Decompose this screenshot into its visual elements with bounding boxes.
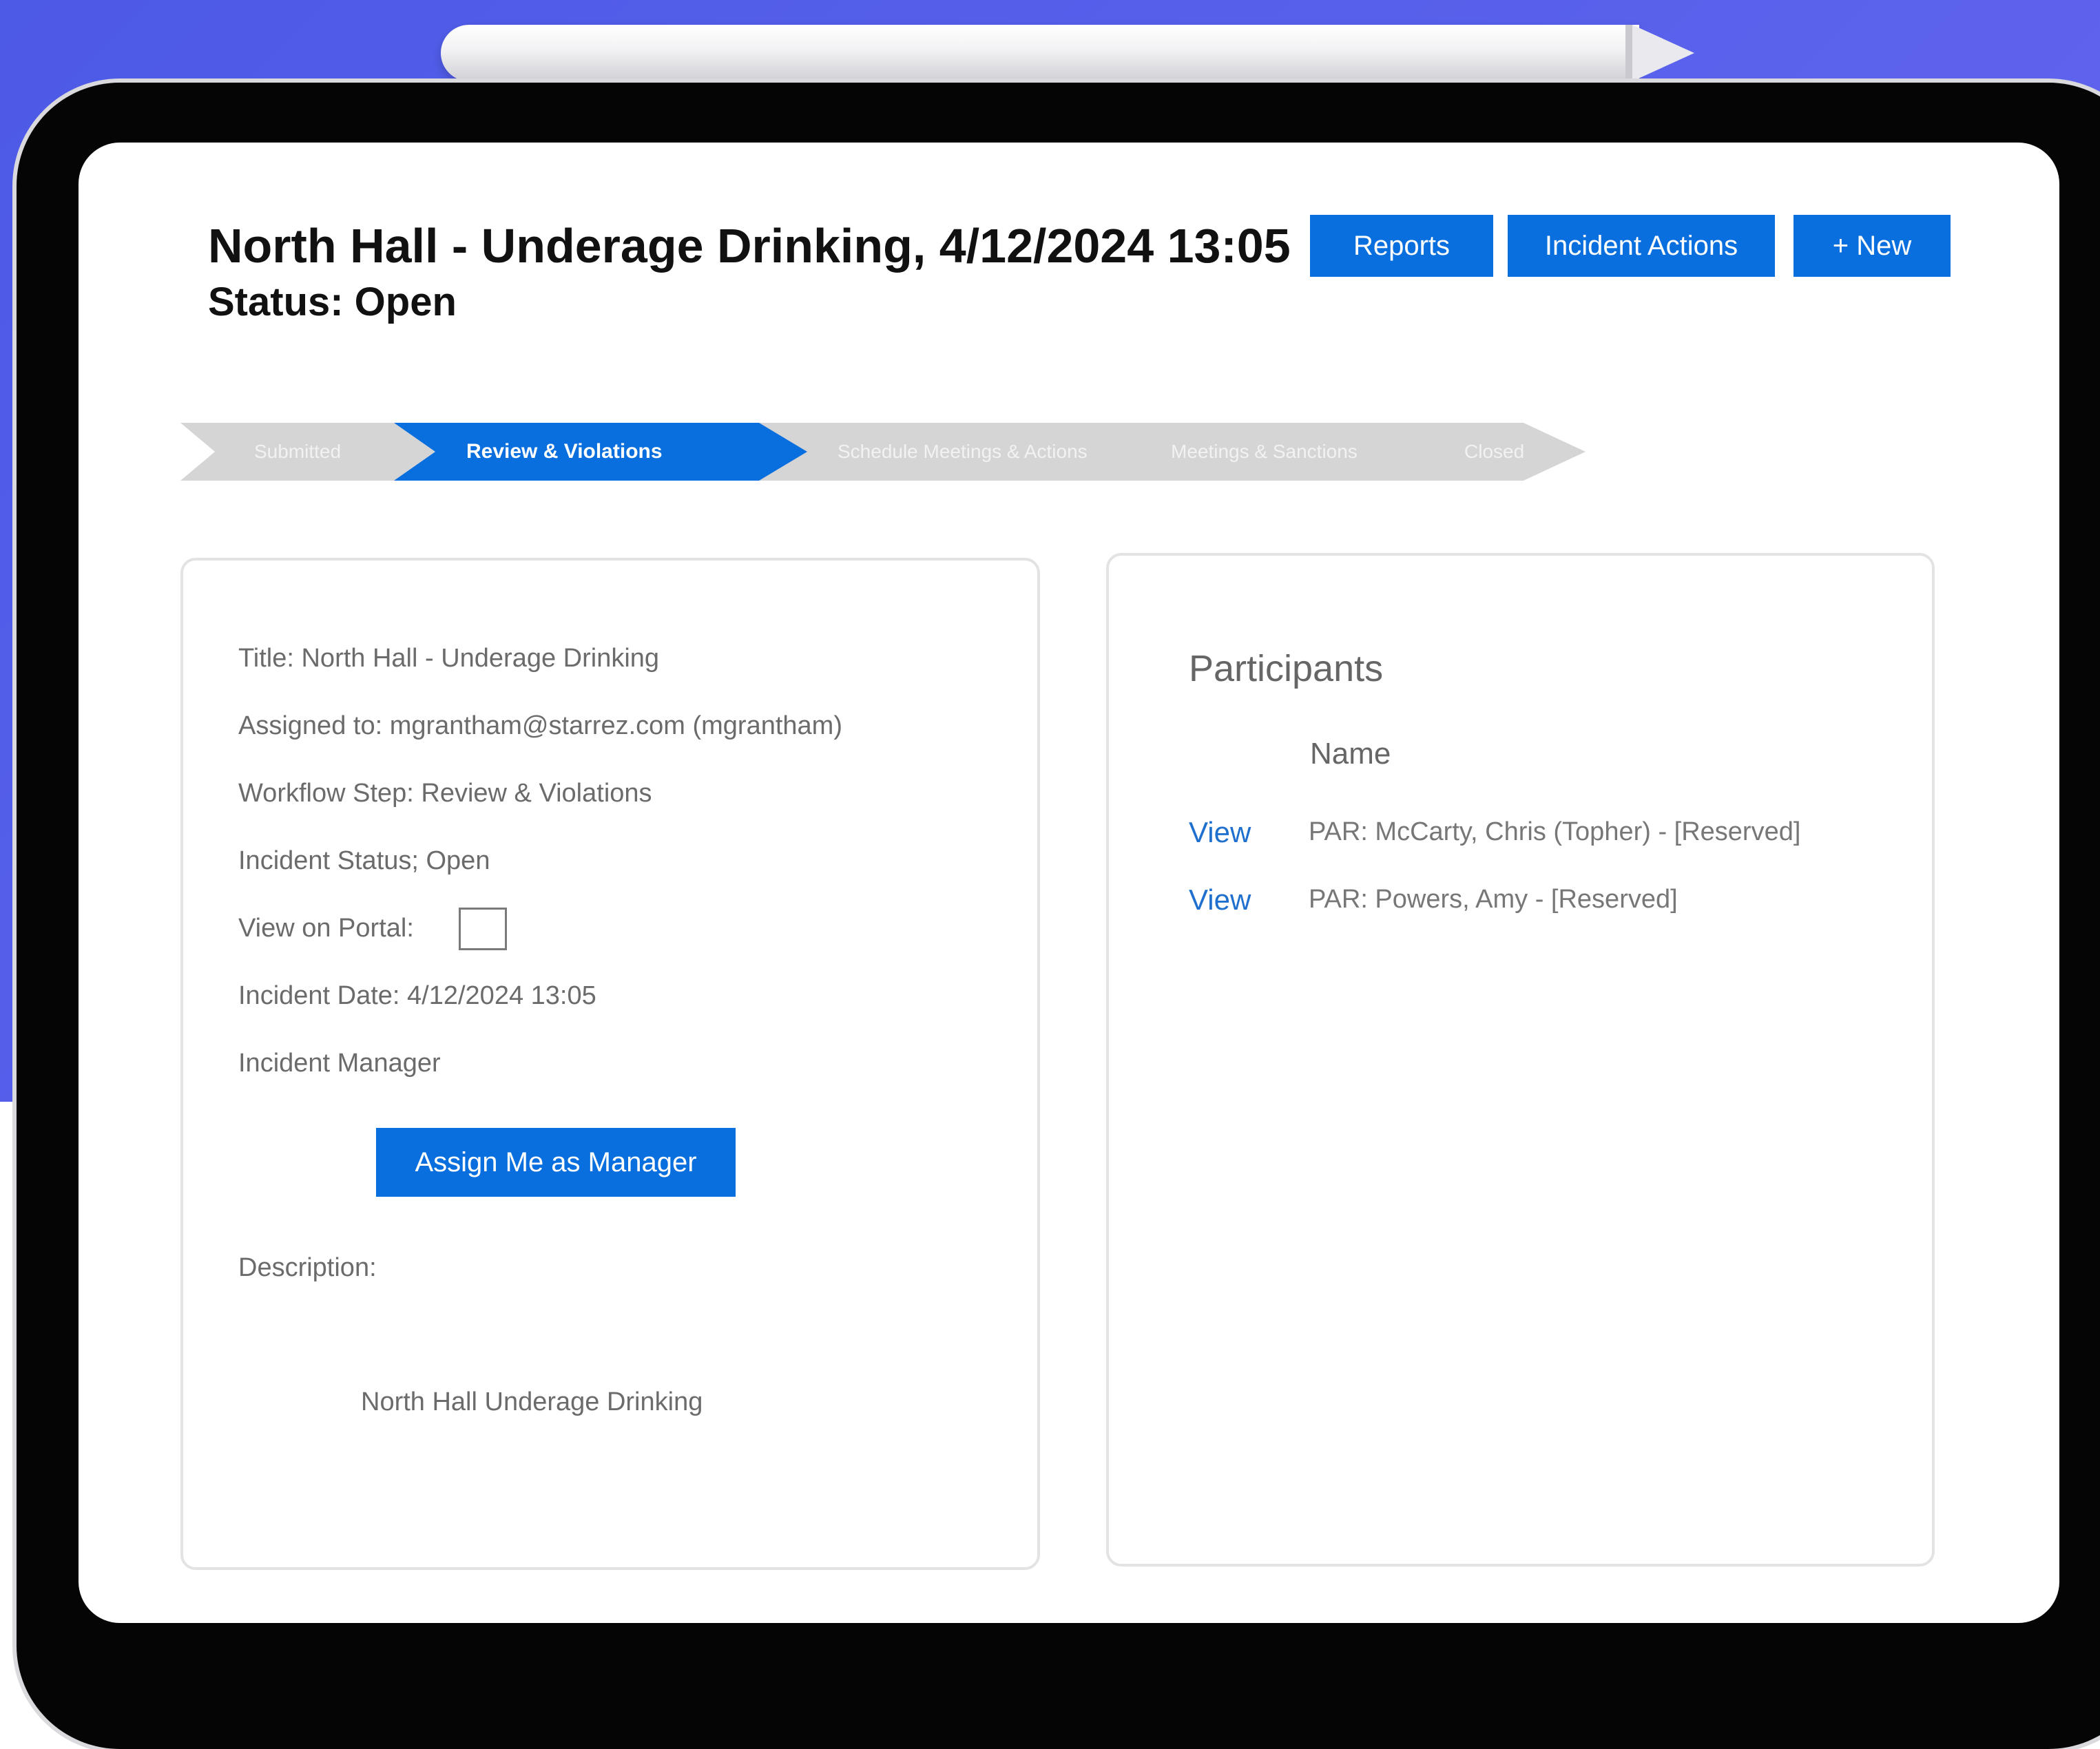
reports-button[interactable]: Reports (1310, 215, 1493, 277)
step-review-violations[interactable]: Review & Violations (466, 423, 663, 481)
participants-name-header: Name (1310, 737, 1391, 771)
tablet-screen: North Hall - Underage Drinking, 4/12/202… (79, 143, 2059, 1623)
participants-card (1106, 553, 1935, 1567)
workflow-stepper: Submitted Review & Violations Schedule M… (180, 423, 1586, 481)
step-closed[interactable]: Closed (1464, 423, 1524, 481)
incident-manager-label: Incident Manager (238, 1049, 441, 1078)
page-status: Status: Open (208, 280, 457, 324)
view-on-portal-checkbox[interactable] (459, 908, 507, 950)
incident-actions-button[interactable]: Incident Actions (1508, 215, 1775, 277)
assigned-to-field: Assigned to: mgrantham@starrez.com (mgra… (238, 711, 842, 740)
incident-date-field: Incident Date: 4/12/2024 13:05 (238, 981, 596, 1010)
step-meetings-sanctions[interactable]: Meetings & Sanctions (1171, 423, 1358, 481)
description-text: North Hall Underage Drinking (361, 1387, 703, 1416)
participants-title: Participants (1189, 648, 1384, 689)
description-label: Description: (238, 1253, 377, 1282)
step-submitted[interactable]: Submitted (254, 423, 341, 481)
assign-me-as-manager-button[interactable]: Assign Me as Manager (376, 1128, 736, 1197)
stylus-tip (1632, 25, 1694, 81)
stylus-band (1625, 25, 1632, 81)
view-on-portal-label: View on Portal: (238, 914, 414, 943)
page-title: North Hall - Underage Drinking, 4/12/202… (208, 219, 1291, 273)
participant-view-link[interactable]: View (1189, 816, 1251, 849)
participant-name: PAR: McCarty, Chris (Topher) - [Reserved… (1309, 817, 1801, 846)
workflow-step-field: Workflow Step: Review & Violations (238, 779, 652, 808)
participant-view-link[interactable]: View (1189, 883, 1251, 917)
new-button[interactable]: + New (1794, 215, 1951, 277)
incident-status-field: Incident Status; Open (238, 846, 490, 875)
participant-name: PAR: Powers, Amy - [Reserved] (1309, 885, 1678, 914)
title-field: Title: North Hall - Underage Drinking (238, 644, 660, 673)
stylus-image (441, 25, 1639, 81)
step-schedule-meetings-actions[interactable]: Schedule Meetings & Actions (838, 423, 1088, 481)
